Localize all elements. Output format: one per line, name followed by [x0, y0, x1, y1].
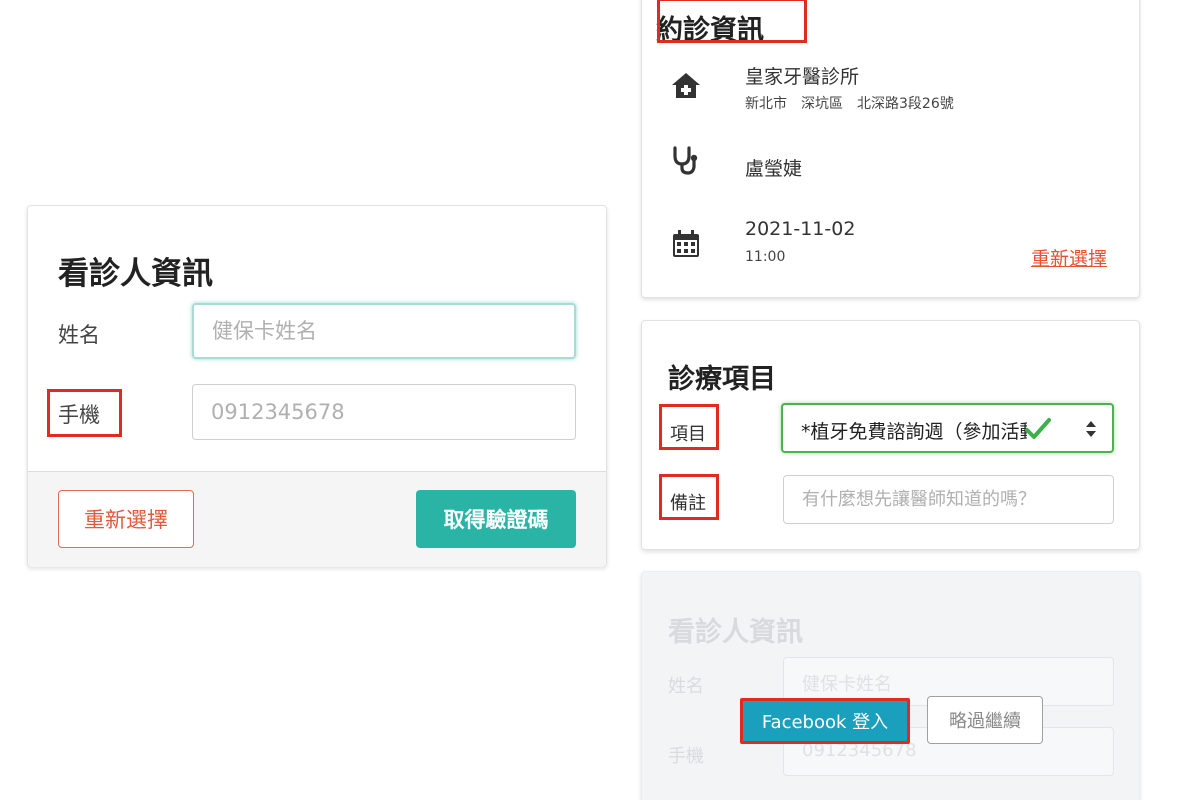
appointment-info-card: 約診資訊 皇家牙醫診所 新北市 深坑區 北深路3段26號 盧瑩婕 2021-11… — [641, 0, 1140, 298]
appointment-date: 2021-11-02 — [745, 218, 856, 240]
select-arrows-icon — [1086, 421, 1096, 437]
calendar-icon — [673, 230, 699, 257]
check-icon — [1025, 418, 1051, 439]
faded-phone-label: 手機 — [668, 746, 704, 767]
note-input[interactable] — [783, 475, 1114, 524]
doctor-name: 盧瑩婕 — [745, 158, 803, 180]
patient-info-card: 看診人資訊 姓名 手機 重新選擇 取得驗證碼 — [27, 205, 607, 567]
stethoscope-icon — [673, 146, 698, 175]
phone-input[interactable] — [192, 384, 576, 440]
appointment-time: 11:00 — [745, 249, 786, 265]
item-label-highlight — [659, 404, 719, 450]
faded-name-label: 姓名 — [668, 676, 704, 697]
patient-info-title: 看診人資訊 — [58, 256, 213, 292]
treatment-item-card: 診療項目 項目 *植牙免費諮詢週（參加活動 備註 — [641, 320, 1140, 550]
faded-patient-info-card: 看診人資訊 姓名 健保卡姓名 手機 0912345678 Facebook 登入… — [641, 571, 1140, 800]
facebook-login-button[interactable]: Facebook 登入 — [740, 698, 910, 744]
name-input[interactable] — [192, 303, 576, 359]
appointment-title-highlight — [657, 0, 807, 43]
clinic-address: 新北市 深坑區 北深路3段26號 — [745, 96, 954, 112]
treatment-title: 診療項目 — [668, 364, 776, 395]
reselect-button[interactable]: 重新選擇 — [58, 490, 194, 548]
treatment-item-selected-value: *植牙免費諮詢週（參加活動 — [801, 421, 1027, 443]
phone-label-highlight — [47, 389, 122, 437]
appointment-reselect-link[interactable]: 重新選擇 — [1031, 244, 1107, 271]
treatment-item-select[interactable]: *植牙免費諮詢週（參加活動 — [781, 403, 1114, 453]
faded-patient-info-title: 看診人資訊 — [668, 617, 803, 648]
skip-continue-button[interactable]: 略過繼續 — [927, 696, 1043, 744]
clinic-name: 皇家牙醫診所 — [745, 66, 860, 88]
note-label-highlight — [659, 474, 719, 520]
clinic-home-icon — [672, 73, 700, 98]
get-verification-code-button[interactable]: 取得驗證碼 — [416, 490, 576, 548]
name-label: 姓名 — [58, 323, 100, 347]
